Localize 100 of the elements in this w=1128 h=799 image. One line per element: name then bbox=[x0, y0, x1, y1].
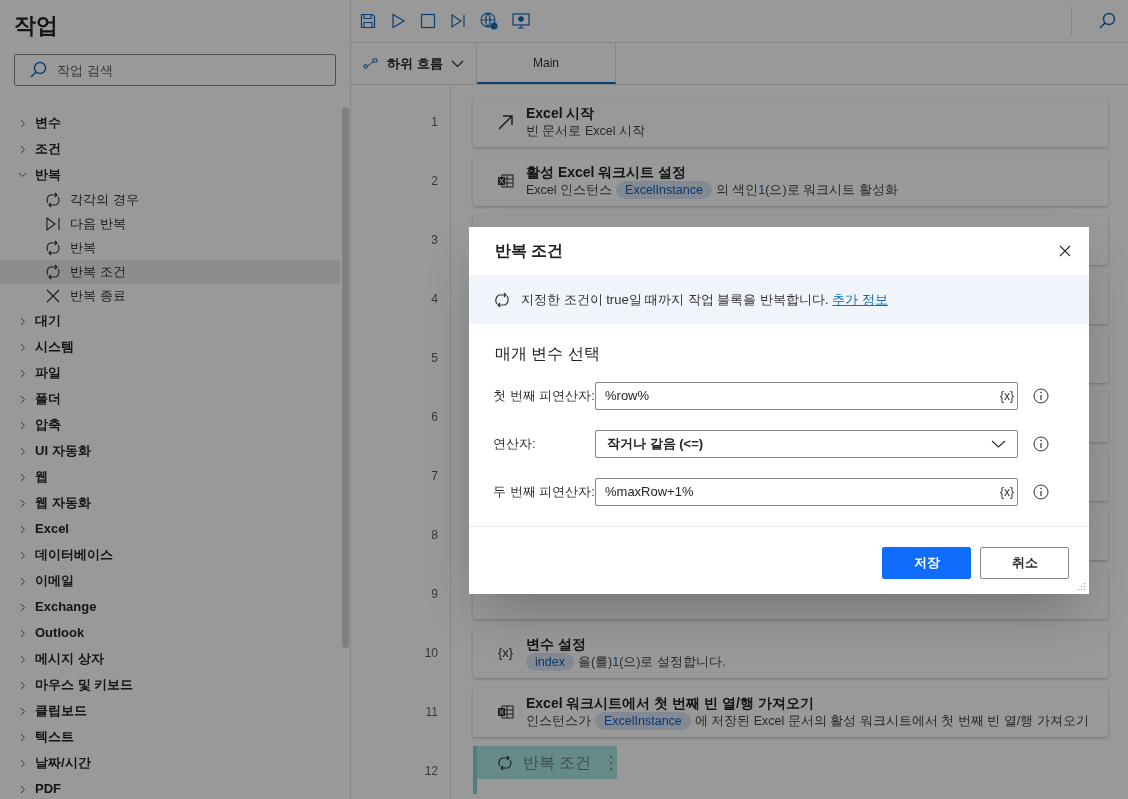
line-number: 3 bbox=[430, 232, 438, 249]
chevron-right-icon bbox=[19, 420, 26, 430]
info-icon[interactable] bbox=[1033, 388, 1049, 404]
variable-token: index bbox=[526, 653, 574, 671]
loop-icon bbox=[45, 192, 61, 208]
line-number: 6 bbox=[430, 409, 438, 426]
panel-title: 작업 bbox=[14, 12, 58, 40]
info-icon[interactable] bbox=[1033, 436, 1049, 452]
resize-grip-icon[interactable] bbox=[1076, 581, 1086, 591]
info-icon[interactable] bbox=[1033, 484, 1049, 500]
search-icon bbox=[29, 61, 47, 79]
step-card[interactable]: 활성 Excel 워크시트 설정 Excel 인스턴스 ExcelInstance 의 색인1(으)로 워크시트 활성화 bbox=[473, 156, 1108, 206]
step-description: 의 색인 bbox=[715, 182, 759, 199]
step-description: Excel 인스턴스 bbox=[526, 182, 613, 199]
chevron-down-icon bbox=[991, 440, 1006, 448]
line-number: 11 bbox=[424, 704, 438, 721]
tree-item[interactable]: 날짜/시간 bbox=[0, 750, 350, 776]
monitor-icon[interactable] bbox=[512, 13, 530, 29]
stop-icon[interactable] bbox=[420, 13, 436, 29]
tree-item[interactable]: 각각의 경우 bbox=[0, 188, 340, 212]
value-token: 1 bbox=[758, 182, 766, 199]
step-description: 인스턴스가 bbox=[526, 713, 591, 730]
field-label: 첫 번째 피연산자: bbox=[493, 387, 595, 406]
dialog-title: 반복 조건 bbox=[495, 241, 564, 261]
chevron-right-icon bbox=[19, 524, 26, 534]
chevron-right-icon bbox=[19, 342, 26, 352]
chevron-right-icon bbox=[19, 118, 26, 128]
line-number: 1 bbox=[430, 114, 438, 131]
tree-item[interactable]: 클립보드 bbox=[0, 698, 350, 724]
loop-icon bbox=[45, 264, 61, 280]
step-title: Excel 시작 bbox=[526, 104, 596, 122]
step-description: (으)로 워크시트 활성화 bbox=[765, 182, 898, 199]
tree-item[interactable]: 텍스트 bbox=[0, 724, 350, 750]
tree-item[interactable]: 반복 종료 bbox=[0, 284, 340, 308]
play-icon[interactable] bbox=[390, 13, 406, 29]
variable-token: ExcelInstance bbox=[595, 712, 691, 730]
chevron-right-icon bbox=[19, 498, 26, 508]
tree-item[interactable]: 마우스 및 키보드 bbox=[0, 672, 350, 698]
spreadsheet-icon bbox=[497, 704, 514, 720]
spreadsheet-icon bbox=[497, 173, 514, 189]
step-title: 변수 설정 bbox=[526, 635, 587, 653]
search-icon[interactable] bbox=[1098, 12, 1116, 30]
globe-icon[interactable] bbox=[480, 12, 498, 30]
loop-icon bbox=[497, 754, 513, 771]
chevron-right-icon bbox=[19, 144, 26, 154]
chevron-right-icon bbox=[19, 472, 26, 482]
tree-item[interactable]: 다음 반복 bbox=[0, 212, 340, 236]
line-number: 7 bbox=[430, 468, 438, 485]
close-icon[interactable] bbox=[1059, 245, 1071, 257]
operator-dropdown[interactable]: 작거나 같음 (<=) bbox=[595, 430, 1018, 458]
chevron-down-icon bbox=[18, 172, 27, 178]
chevron-right-icon bbox=[19, 550, 26, 560]
line-number: 5 bbox=[430, 350, 438, 367]
line-number: 8 bbox=[430, 527, 438, 544]
step-title: 활성 Excel 워크시트 설정 bbox=[526, 163, 688, 181]
section-heading: 매개 변수 선택 bbox=[494, 344, 601, 364]
variable-icon[interactable]: {x} bbox=[1000, 483, 1014, 501]
input-field[interactable]: %maxRow+1% {x} bbox=[595, 478, 1018, 506]
chevron-right-icon bbox=[19, 576, 26, 586]
line-number: 2 bbox=[430, 173, 438, 190]
line-number: 4 bbox=[430, 291, 438, 308]
input-field[interactable]: %row% {x} bbox=[595, 382, 1018, 410]
step-title: Excel 워크시트에서 첫 번째 빈 열/행 가져오기 bbox=[526, 694, 815, 712]
variable-token: ExcelInstance bbox=[616, 181, 712, 199]
chevron-right-icon bbox=[19, 732, 26, 742]
value-token: 1 bbox=[612, 654, 620, 671]
tree-item[interactable]: 반복 조건 bbox=[0, 260, 340, 284]
tab[interactable]: Main bbox=[477, 43, 616, 84]
cancel-button[interactable]: 취소 bbox=[980, 547, 1069, 579]
chevron-right-icon bbox=[19, 628, 26, 638]
step-card[interactable]: Excel 워크시트에서 첫 번째 빈 열/행 가져오기 인스턴스가 ExcelInstance 에 저장된 Excel 문서의 활성 워크시트에서 첫 번째 빈 열/행 가져오기 bbox=[473, 687, 1108, 737]
chevron-right-icon bbox=[19, 368, 26, 378]
scrollbar[interactable] bbox=[342, 107, 349, 648]
info-text: 지정한 조건이 true일 때까지 작업 블록을 반복합니다. 추가 정보 bbox=[521, 290, 888, 309]
line-number: 12 bbox=[423, 763, 438, 780]
chevron-right-icon bbox=[19, 602, 26, 612]
chevron-down-icon bbox=[450, 59, 464, 68]
step-card[interactable]: Excel 시작 빈 문서로 Excel 시작 bbox=[473, 97, 1108, 147]
search-field[interactable]: 작업 검색 bbox=[14, 54, 336, 86]
line-number: 9 bbox=[430, 586, 438, 603]
save-button[interactable]: 저장 bbox=[882, 547, 971, 579]
more-info-link[interactable]: 추가 정보 bbox=[832, 291, 888, 307]
line-number: 10 bbox=[423, 645, 438, 662]
next-icon bbox=[45, 216, 61, 232]
step-icon[interactable] bbox=[450, 13, 466, 29]
save-icon[interactable] bbox=[360, 13, 376, 29]
chevron-right-icon bbox=[19, 758, 26, 768]
subflows-dropdown[interactable]: 하위 흐름 bbox=[351, 43, 477, 84]
variable-icon: {x} bbox=[497, 643, 514, 663]
subflow-icon bbox=[363, 57, 379, 70]
step-description: 에 저장된 Excel 문서의 활성 워크시트에서 첫 번째 빈 열/행 가져오기 bbox=[694, 713, 1089, 730]
chevron-right-icon bbox=[19, 706, 26, 716]
variable-icon[interactable]: {x} bbox=[1000, 387, 1014, 405]
tree-item[interactable]: PDF bbox=[0, 776, 350, 799]
cross-icon bbox=[45, 288, 61, 304]
chevron-right-icon bbox=[19, 680, 26, 690]
arrow-icon bbox=[497, 113, 514, 131]
tree-item[interactable]: 반복 bbox=[0, 236, 340, 260]
step-description: 을(를) bbox=[577, 654, 613, 671]
step-description: (으)로 설정합니다. bbox=[619, 654, 726, 671]
